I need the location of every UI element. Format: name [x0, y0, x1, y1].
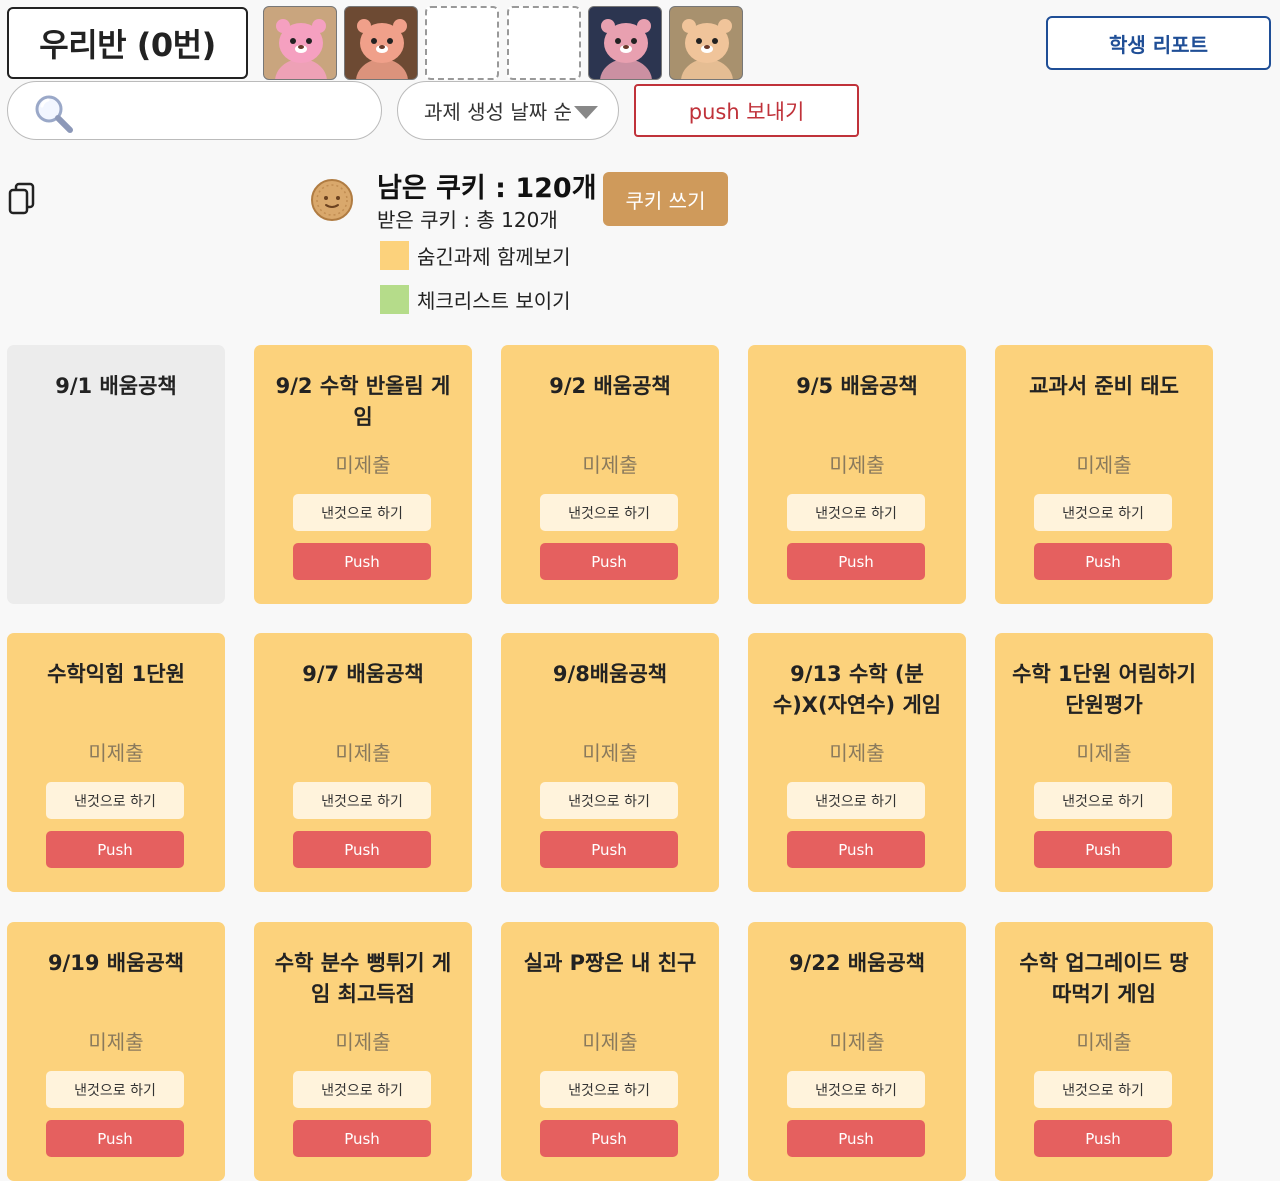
- use-cookie-button[interactable]: 쿠키 쓰기: [603, 172, 728, 226]
- empty-avatar-slot[interactable]: [507, 6, 581, 80]
- card-push-button[interactable]: Push: [293, 1120, 431, 1157]
- assignment-card[interactable]: 9/5 배움공책미제출낸것으로 하기 Push: [748, 345, 966, 604]
- mark-submitted-button[interactable]: 낸것으로 하기: [540, 782, 678, 819]
- show-checklist-label: 체크리스트 보이기: [417, 289, 571, 313]
- push-send-button[interactable]: push 보내기: [634, 84, 859, 137]
- submission-status: 미제출: [335, 741, 391, 765]
- assignment-card[interactable]: 9/2 수학 반올림 게임미제출낸것으로 하기 Push: [254, 345, 472, 604]
- sort-order-select[interactable]: 과제 생성 날짜 순: [397, 81, 619, 140]
- cookie-icon: [311, 179, 353, 221]
- submission-status: 미제출: [829, 1030, 885, 1054]
- assignment-title: 수학 1단원 어림하기 단원평가: [1012, 662, 1196, 717]
- search-input[interactable]: [7, 81, 382, 140]
- card-push-button[interactable]: Push: [787, 543, 925, 580]
- mark-submitted-button[interactable]: 낸것으로 하기: [293, 494, 431, 531]
- assignment-card[interactable]: 9/7 배움공책미제출낸것으로 하기 Push: [254, 633, 472, 892]
- card-push-button[interactable]: Push: [1034, 1120, 1172, 1157]
- assignment-title: 9/13 수학 (분수)X(자연수) 게임: [772, 662, 942, 717]
- submission-status: 미제출: [1076, 453, 1132, 477]
- submission-status: 미제출: [88, 741, 144, 765]
- card-push-button[interactable]: Push: [293, 831, 431, 868]
- assignment-card[interactable]: 수학익힘 1단원미제출낸것으로 하기 Push: [7, 633, 225, 892]
- assignment-title: 9/22 배움공책: [788, 951, 926, 975]
- cookie-received-total: 받은 쿠키 : 총 120개: [377, 208, 558, 232]
- mark-submitted-button[interactable]: 낸것으로 하기: [46, 782, 184, 819]
- submission-status: 미제출: [335, 1030, 391, 1054]
- card-push-button[interactable]: Push: [46, 831, 184, 868]
- assignment-card[interactable]: 수학 업그레이드 땅따먹기 게임미제출낸것으로 하기 Push: [995, 922, 1213, 1181]
- card-push-button[interactable]: Push: [1034, 543, 1172, 580]
- chevron-down-icon: [574, 106, 598, 119]
- submission-status: 미제출: [88, 1030, 144, 1054]
- assignment-title: 9/7 배움공책: [302, 662, 424, 686]
- show-hidden-tasks-swatch[interactable]: [380, 241, 409, 270]
- character-avatar[interactable]: [344, 6, 418, 80]
- mark-submitted-button[interactable]: 낸것으로 하기: [787, 1071, 925, 1108]
- submission-status: 미제출: [335, 453, 391, 477]
- copy-icon[interactable]: [8, 182, 36, 216]
- submission-status: 미제출: [829, 741, 885, 765]
- search-icon: [35, 95, 73, 133]
- assignment-title: 9/8배움공책: [552, 662, 668, 686]
- class-name-title: 우리반 (0번): [7, 7, 248, 79]
- show-checklist-option[interactable]: 체크리스트 보이기: [380, 285, 571, 314]
- card-push-button[interactable]: Push: [46, 1120, 184, 1157]
- character-avatar[interactable]: [669, 6, 743, 80]
- assignment-title: 9/5 배움공책: [796, 374, 918, 398]
- student-report-button[interactable]: 학생 리포트: [1046, 16, 1271, 70]
- mark-submitted-button[interactable]: 낸것으로 하기: [787, 494, 925, 531]
- character-avatar[interactable]: [588, 6, 662, 80]
- assignment-title: 9/19 배움공책: [47, 951, 185, 975]
- card-push-button[interactable]: Push: [540, 831, 678, 868]
- show-hidden-tasks-option[interactable]: 숨긴과제 함께보기: [380, 241, 571, 270]
- mark-submitted-button[interactable]: 낸것으로 하기: [1034, 1071, 1172, 1108]
- assignment-card[interactable]: 9/8배움공책미제출낸것으로 하기 Push: [501, 633, 719, 892]
- mark-submitted-button[interactable]: 낸것으로 하기: [293, 1071, 431, 1108]
- assignment-title: 9/2 배움공책: [549, 374, 671, 398]
- assignment-card[interactable]: 9/1 배움공책: [7, 345, 225, 604]
- assignment-title: 9/1 배움공책: [55, 374, 177, 398]
- cookie-remaining-count: 남은 쿠키 : 120개: [377, 173, 597, 204]
- card-push-button[interactable]: Push: [540, 543, 678, 580]
- submission-status: 미제출: [1076, 1030, 1132, 1054]
- submission-status: 미제출: [582, 1030, 638, 1054]
- assignment-card[interactable]: 9/2 배움공책미제출낸것으로 하기 Push: [501, 345, 719, 604]
- character-avatar[interactable]: [263, 6, 337, 80]
- show-hidden-tasks-label: 숨긴과제 함께보기: [417, 245, 571, 269]
- assignment-card[interactable]: 9/13 수학 (분수)X(자연수) 게임미제출낸것으로 하기 Push: [748, 633, 966, 892]
- assignment-title: 9/2 수학 반올림 게임: [275, 374, 451, 429]
- submission-status: 미제출: [582, 741, 638, 765]
- assignment-title: 수학익힘 1단원: [47, 662, 185, 686]
- mark-submitted-button[interactable]: 낸것으로 하기: [293, 782, 431, 819]
- submission-status: 미제출: [582, 453, 638, 477]
- assignment-card[interactable]: 수학 1단원 어림하기 단원평가미제출낸것으로 하기 Push: [995, 633, 1213, 892]
- assignment-title: 실과 P짱은 내 친구: [523, 951, 697, 975]
- card-push-button[interactable]: Push: [787, 831, 925, 868]
- card-push-button[interactable]: Push: [1034, 831, 1172, 868]
- assignment-title: 수학 분수 뻥튀기 게임 최고득점: [274, 951, 452, 1006]
- show-checklist-swatch[interactable]: [380, 285, 409, 314]
- assignment-title: 교과서 준비 태도: [1029, 374, 1179, 398]
- assignment-card[interactable]: 9/22 배움공책미제출낸것으로 하기 Push: [748, 922, 966, 1181]
- assignment-card[interactable]: 수학 분수 뻥튀기 게임 최고득점미제출낸것으로 하기 Push: [254, 922, 472, 1181]
- mark-submitted-button[interactable]: 낸것으로 하기: [540, 494, 678, 531]
- sort-order-label: 과제 생성 날짜 순: [424, 100, 572, 124]
- assignment-title: 수학 업그레이드 땅따먹기 게임: [1019, 951, 1189, 1006]
- card-push-button[interactable]: Push: [293, 543, 431, 580]
- mark-submitted-button[interactable]: 낸것으로 하기: [1034, 494, 1172, 531]
- empty-avatar-slot[interactable]: [425, 6, 499, 80]
- mark-submitted-button[interactable]: 낸것으로 하기: [46, 1071, 184, 1108]
- card-push-button[interactable]: Push: [540, 1120, 678, 1157]
- mark-submitted-button[interactable]: 낸것으로 하기: [787, 782, 925, 819]
- submission-status: 미제출: [1076, 741, 1132, 765]
- mark-submitted-button[interactable]: 낸것으로 하기: [540, 1071, 678, 1108]
- assignment-card[interactable]: 실과 P짱은 내 친구미제출낸것으로 하기 Push: [501, 922, 719, 1181]
- card-push-button[interactable]: Push: [787, 1120, 925, 1157]
- submission-status: 미제출: [829, 453, 885, 477]
- mark-submitted-button[interactable]: 낸것으로 하기: [1034, 782, 1172, 819]
- assignment-card[interactable]: 9/19 배움공책미제출낸것으로 하기 Push: [7, 922, 225, 1181]
- assignment-card[interactable]: 교과서 준비 태도미제출낸것으로 하기 Push: [995, 345, 1213, 604]
